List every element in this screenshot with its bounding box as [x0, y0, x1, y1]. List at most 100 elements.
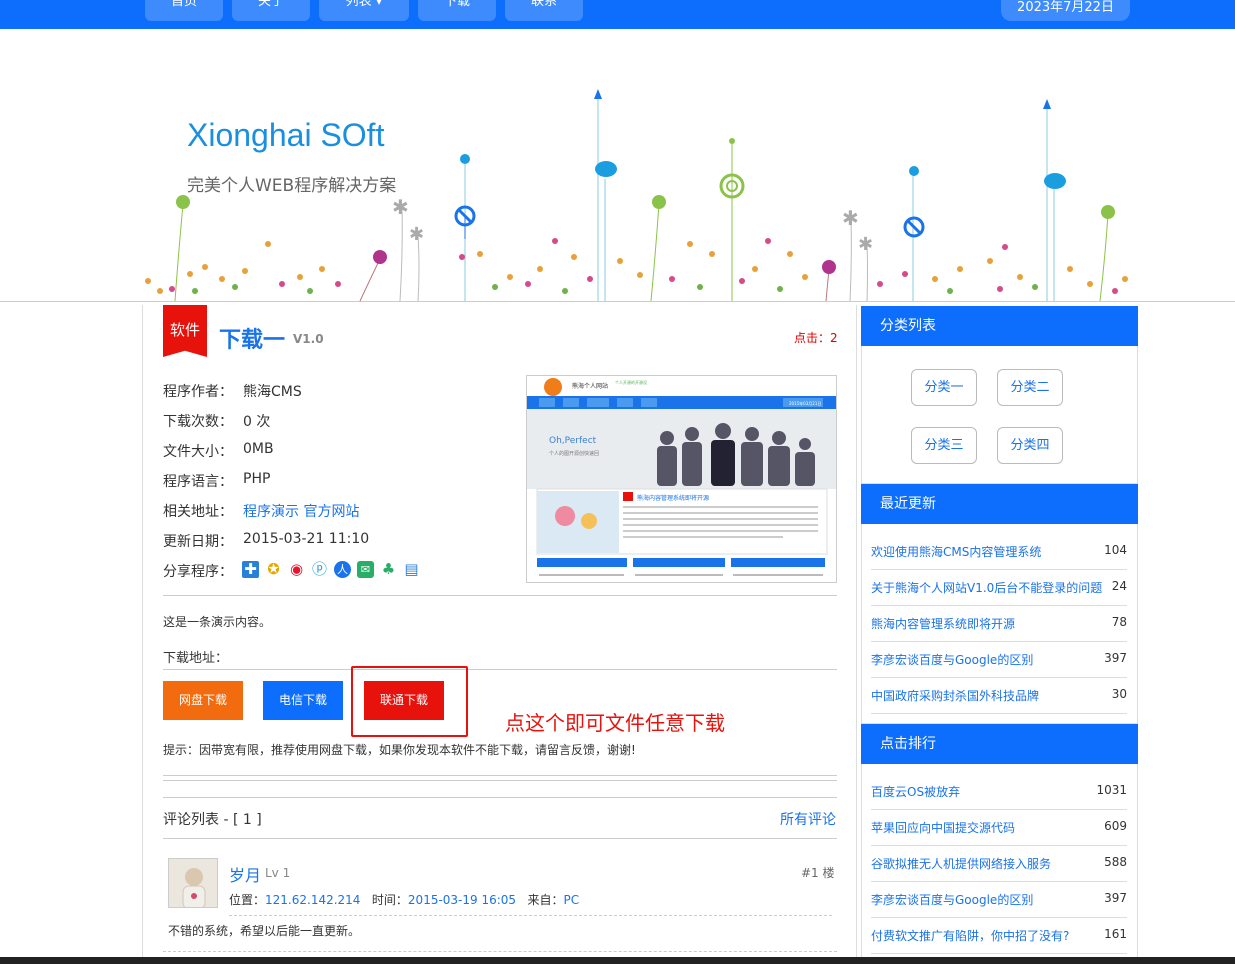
- list-item-count: 104: [1104, 543, 1127, 557]
- info-label: 程序作者：: [163, 384, 233, 400]
- source-label: 来自：: [527, 893, 564, 907]
- thumb-news-title: 熊海内容管理系统即将开源: [637, 494, 709, 502]
- info-label: 相关地址：: [163, 504, 233, 520]
- list-item-count: 588: [1104, 855, 1127, 869]
- list-item[interactable]: 欢迎使用熊海CMS内容管理系统 104: [871, 534, 1127, 570]
- thumb-date: 2015年03月21日: [789, 400, 821, 406]
- nav-home[interactable]: 首页: [145, 0, 223, 21]
- list-item-count: 78: [1111, 615, 1127, 629]
- annotation-text: 点这个即可文件任意下载: [505, 711, 725, 735]
- commenter-name[interactable]: 岁月: [229, 862, 261, 886]
- list-item-title[interactable]: 谷歌拟推无人机提供网络接入服务: [871, 855, 1051, 872]
- list-item[interactable]: 李彦宏谈百度与Google的区别 397: [871, 882, 1127, 918]
- list-item-title[interactable]: 关于熊海个人网站V1.0后台不能登录的问题: [871, 579, 1102, 596]
- info-value: 2015-03-21 11:10: [243, 531, 370, 547]
- divider: [163, 951, 837, 952]
- list-item[interactable]: 李彦宏谈百度与Google的区别 397: [871, 642, 1127, 678]
- category-button[interactable]: 分类三: [911, 427, 977, 464]
- list-item-title[interactable]: 李彦宏谈百度与Google的区别: [871, 651, 1033, 668]
- download-tip: 提示：因带宽有限，推荐使用网盘下载，如果你发现本软件不能下载，请留言反馈，谢谢!: [163, 743, 636, 757]
- nav-list-dropdown[interactable]: 列表 ▾: [319, 0, 409, 21]
- list-item-title[interactable]: 李彦宏谈百度与Google的区别: [871, 891, 1033, 908]
- avatar: [168, 858, 218, 908]
- list-item[interactable]: 中国政府采购封杀国外科技品牌 30: [871, 678, 1127, 714]
- category-ribbon: 软件: [163, 305, 207, 357]
- list-item-title[interactable]: 中国政府采购封杀国外科技品牌: [871, 687, 1039, 704]
- qzone-icon[interactable]: ✚: [242, 561, 259, 578]
- page-title: 下载一: [219, 328, 286, 353]
- list-item[interactable]: 关于熊海个人网站V1.0后台不能登录的问题 24: [871, 570, 1127, 606]
- info-value: 熊海CMS: [243, 384, 302, 400]
- highlight-box: [351, 666, 468, 737]
- time-label: 时间：: [371, 893, 408, 907]
- divider: [163, 669, 837, 670]
- nav-download[interactable]: 下载: [418, 0, 496, 21]
- info-label: 分享程序：: [163, 564, 233, 580]
- category-button[interactable]: 分类四: [997, 427, 1063, 464]
- pengyou-icon[interactable]: ⓟ: [311, 561, 328, 578]
- nav-about[interactable]: 关于: [232, 0, 310, 21]
- demo-link[interactable]: 程序演示: [243, 504, 299, 520]
- thumb-subtitle: 个人的图开源创快速回: [549, 450, 599, 457]
- program-screenshot-thumbnail[interactable]: 熊海个人网站 个人开源的开源设 2015年03月21日 Oh,Perfect 个…: [526, 375, 837, 583]
- list-item-title[interactable]: 百度云OS被放弃: [871, 783, 960, 800]
- telecom-download-button[interactable]: 电信下载: [263, 681, 343, 720]
- divider: [163, 838, 837, 839]
- list-item-title[interactable]: 欢迎使用熊海CMS内容管理系统: [871, 543, 1041, 560]
- list-item-count: 1031: [1096, 783, 1127, 797]
- divider: [229, 915, 832, 916]
- info-label: 下载次数：: [163, 414, 233, 430]
- site-banner: ✱ ✱ ✱ ✱ Xionghai SOft 完美个人WEB程序解决方案: [0, 29, 1235, 302]
- list-item[interactable]: 谷歌拟推无人机提供网络接入服务 588: [871, 846, 1127, 882]
- list-item-title[interactable]: 熊海内容管理系统即将开源: [871, 615, 1015, 632]
- recent-panel-title: 最近更新: [861, 484, 1138, 524]
- screenshot-image: 熊海个人网站 个人开源的开源设 2015年03月21日 Oh,Perfect 个…: [527, 376, 836, 582]
- list-item-title[interactable]: 苹果回应向中国提交源代码: [871, 819, 1015, 836]
- category-button[interactable]: 分类二: [997, 369, 1063, 406]
- rank-panel-title: 点击排行: [861, 724, 1138, 764]
- list-item[interactable]: 付费软文推广有陷阱，你中招了没有? 161: [871, 918, 1127, 954]
- location-label: 位置：: [229, 893, 266, 907]
- comment-floor: #1 楼: [801, 866, 835, 880]
- info-value: PHP: [243, 471, 271, 487]
- list-item-count: 30: [1111, 687, 1127, 701]
- article-content: 这是一条演示内容。: [163, 615, 272, 629]
- thumb-oh-perfect: Oh,Perfect: [549, 436, 597, 446]
- svg-text:✱: ✱: [858, 234, 873, 255]
- nav-contact[interactable]: 联系: [505, 0, 583, 21]
- clover-icon[interactable]: ♣: [380, 561, 397, 578]
- list-item-count: 397: [1104, 891, 1127, 905]
- print-icon[interactable]: ▤: [403, 561, 420, 578]
- wechat-icon[interactable]: ✉: [357, 561, 374, 578]
- comment-text: 不错的系统，希望以后能一直更新。: [168, 924, 361, 938]
- list-item[interactable]: 苹果回应向中国提交源代码 609: [871, 810, 1127, 846]
- version-label: V1.0: [293, 332, 324, 346]
- site-slogan: 完美个人WEB程序解决方案: [187, 176, 397, 196]
- comment-source: PC: [563, 893, 580, 907]
- categories-panel-title: 分类列表: [861, 306, 1138, 346]
- list-item-count: 161: [1104, 927, 1127, 941]
- list-item-count: 397: [1104, 651, 1127, 665]
- official-site-link[interactable]: 官方网站: [303, 504, 359, 520]
- comment-meta: 位置：121.62.142.214 时间：2015-03-19 16:05 来自…: [229, 891, 579, 908]
- info-related-links: 程序演示 官方网站: [243, 501, 359, 521]
- info-value: 0MB: [243, 441, 274, 457]
- list-item[interactable]: 百度云OS被放弃 1031: [871, 774, 1127, 810]
- date-badge: 2023年7月22日: [1001, 0, 1130, 21]
- list-item-title[interactable]: 付费软文推广有陷阱，你中招了没有?: [871, 927, 1069, 944]
- list-item-count: 609: [1104, 819, 1127, 833]
- list-item[interactable]: 熊海内容管理系统即将开源 78: [871, 606, 1127, 642]
- weibo-icon[interactable]: ◉: [288, 561, 305, 578]
- all-comments-link[interactable]: 所有评论: [780, 809, 836, 829]
- renren-icon[interactable]: 人: [334, 561, 351, 578]
- bottom-strip: [0, 957, 1235, 964]
- comment-time: 2015-03-19 16:05: [407, 893, 517, 907]
- click-count: 点击：2: [794, 331, 838, 345]
- category-button[interactable]: 分类一: [911, 369, 977, 406]
- netdisk-download-button[interactable]: 网盘下载: [163, 681, 243, 720]
- flower-decoration-illustration: ✱ ✱ ✱ ✱: [145, 89, 1128, 302]
- list-item-count: 24: [1111, 579, 1127, 593]
- site-brand-name[interactable]: Xionghai SOft: [187, 117, 384, 154]
- favorite-star-icon[interactable]: ✪: [265, 561, 282, 578]
- info-label: 更新日期：: [163, 534, 233, 550]
